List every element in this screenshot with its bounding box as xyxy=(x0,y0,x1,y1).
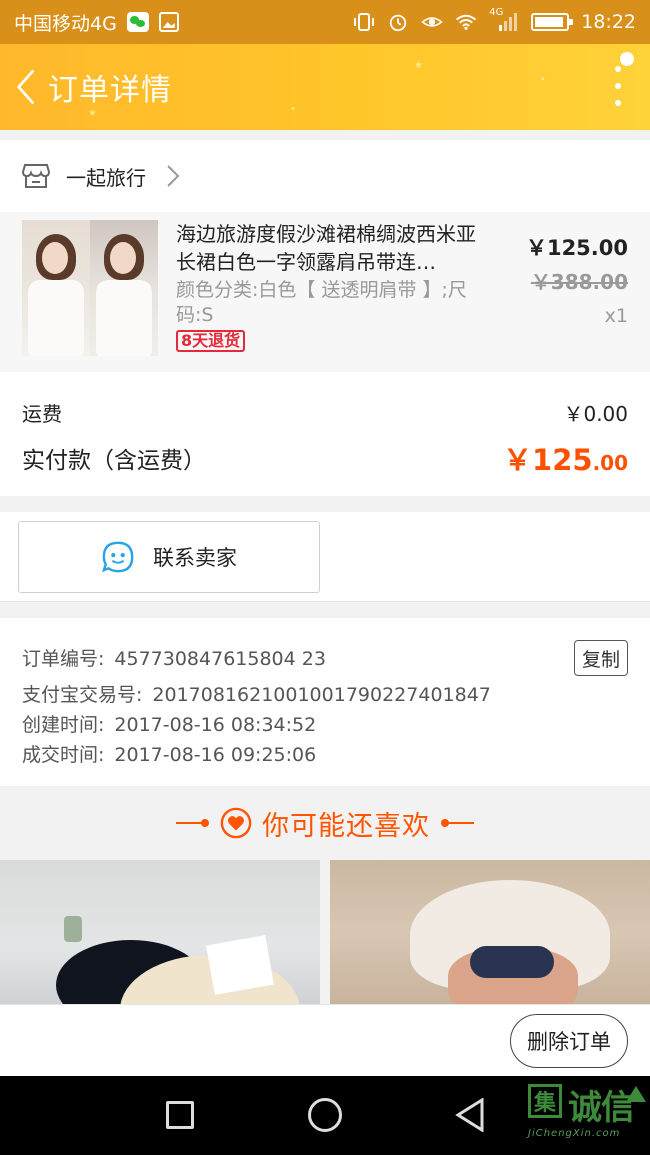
recommend-grid xyxy=(0,860,650,1004)
created-time: 2017-08-16 08:34:52 xyxy=(114,714,317,736)
vibrate-icon xyxy=(354,13,375,31)
recommend-item-image[interactable] xyxy=(330,860,650,1004)
eye-comfort-icon xyxy=(421,17,443,27)
signal-icon: 4G xyxy=(489,7,519,33)
home-button[interactable] xyxy=(308,1098,342,1132)
watermark-url: JiChengXin.com xyxy=(528,1128,621,1139)
shipping-value: ￥0.00 xyxy=(563,402,628,426)
shop-row[interactable]: 一起旅行 xyxy=(0,140,650,212)
alipay-number-row: 支付宝交易号: 2017081621001001790227401847 xyxy=(22,680,628,710)
bottom-action-bar: 删除订单 xyxy=(0,1004,650,1076)
alipay-number: 2017081621001001790227401847 xyxy=(152,684,491,706)
product-item[interactable]: 海边旅游度假沙滩裙棉绸波西米亚长裙白色一字领露肩吊带连… 颜色分类:白色【 送透… xyxy=(0,212,650,372)
total-value: ￥125.00 xyxy=(503,437,628,479)
watermark-arrow-icon xyxy=(626,1086,646,1102)
order-info: 订单编号: 457730847615804 23 支付宝交易号: 2017081… xyxy=(0,618,650,786)
clock-label: 18:22 xyxy=(581,11,636,33)
gallery-notification-icon xyxy=(158,12,179,32)
closed-time-label: 成交时间: xyxy=(22,744,105,766)
recommend-header: 你可能还喜欢 xyxy=(0,786,650,860)
watermark-logo: 集 诚信 JiChengXin.com xyxy=(528,1080,646,1150)
recommend-title: 你可能还喜欢 xyxy=(262,810,430,842)
alipay-number-label: 支付宝交易号: xyxy=(22,684,143,706)
system-nav-bar: 集 诚信 JiChengXin.com xyxy=(0,1076,650,1155)
heart-icon xyxy=(220,807,252,839)
product-original-price: ￥388.00 xyxy=(530,270,628,294)
header-bar: ★ ★ • • 订单详情 xyxy=(0,44,650,130)
chat-bubble-icon xyxy=(101,541,134,573)
product-sku: 颜色分类:白色【 送透明肩带 】;尺码:S xyxy=(176,279,467,326)
contact-section: 联系卖家 xyxy=(0,512,650,602)
battery-icon xyxy=(531,13,574,31)
order-number-row: 订单编号: 457730847615804 23 xyxy=(22,644,628,674)
total-value-decimal: .00 xyxy=(592,451,628,475)
shop-name: 一起旅行 xyxy=(66,165,146,190)
chevron-right-icon xyxy=(167,165,180,187)
recent-apps-button[interactable] xyxy=(166,1101,194,1129)
divider-left xyxy=(176,819,209,827)
status-bar: 中国移动4G 4G 18:22 xyxy=(0,0,650,44)
alarm-icon xyxy=(390,14,407,32)
order-number-label: 订单编号: xyxy=(22,648,105,670)
more-dot-icon xyxy=(615,83,621,89)
nav-back-button[interactable] xyxy=(454,1098,486,1132)
closed-time-row: 成交时间: 2017-08-16 09:25:06 xyxy=(22,740,628,770)
more-menu-button[interactable] xyxy=(612,66,624,106)
payment-summary: 运费 ￥0.00 实付款（含运费） ￥125.00 xyxy=(0,372,650,496)
chevron-left-icon xyxy=(16,69,35,105)
notification-dot xyxy=(620,52,634,66)
total-label: 实付款（含运费） xyxy=(22,448,206,474)
order-number: 457730847615804 23 xyxy=(114,648,326,670)
product-price: ￥125.00 xyxy=(525,236,628,260)
store-icon xyxy=(22,164,50,188)
contact-seller-label: 联系卖家 xyxy=(153,546,237,570)
closed-time: 2017-08-16 09:25:06 xyxy=(114,744,317,766)
created-time-row: 创建时间: 2017-08-16 08:34:52 xyxy=(22,710,628,740)
shipping-label: 运费 xyxy=(22,402,62,426)
product-thumbnail[interactable] xyxy=(22,220,158,356)
total-value-int: ￥125 xyxy=(503,443,593,477)
more-dot-icon xyxy=(615,66,621,72)
product-name: 海边旅游度假沙滩裙棉绸波西米亚长裙白色一字领露肩吊带连… xyxy=(176,222,476,274)
divider-right xyxy=(441,819,474,827)
watermark-text: 诚信 xyxy=(568,1088,635,1128)
more-dot-icon xyxy=(615,100,621,106)
carrier-label: 中国移动4G xyxy=(14,12,117,35)
watermark-box-glyph: 集 xyxy=(528,1084,562,1118)
wechat-notification-icon xyxy=(126,12,149,32)
copy-order-number-button[interactable]: 复制 xyxy=(574,640,628,676)
wifi-icon xyxy=(456,14,477,30)
page-title: 订单详情 xyxy=(48,73,172,108)
back-button[interactable] xyxy=(4,44,48,130)
return-policy-badge: 8天退货 xyxy=(176,330,246,352)
recommend-item-image[interactable] xyxy=(0,860,320,1004)
contact-seller-button[interactable]: 联系卖家 xyxy=(18,521,320,593)
product-quantity: x1 xyxy=(604,305,628,327)
delete-order-button[interactable]: 删除订单 xyxy=(510,1014,628,1068)
created-time-label: 创建时间: xyxy=(22,714,105,736)
